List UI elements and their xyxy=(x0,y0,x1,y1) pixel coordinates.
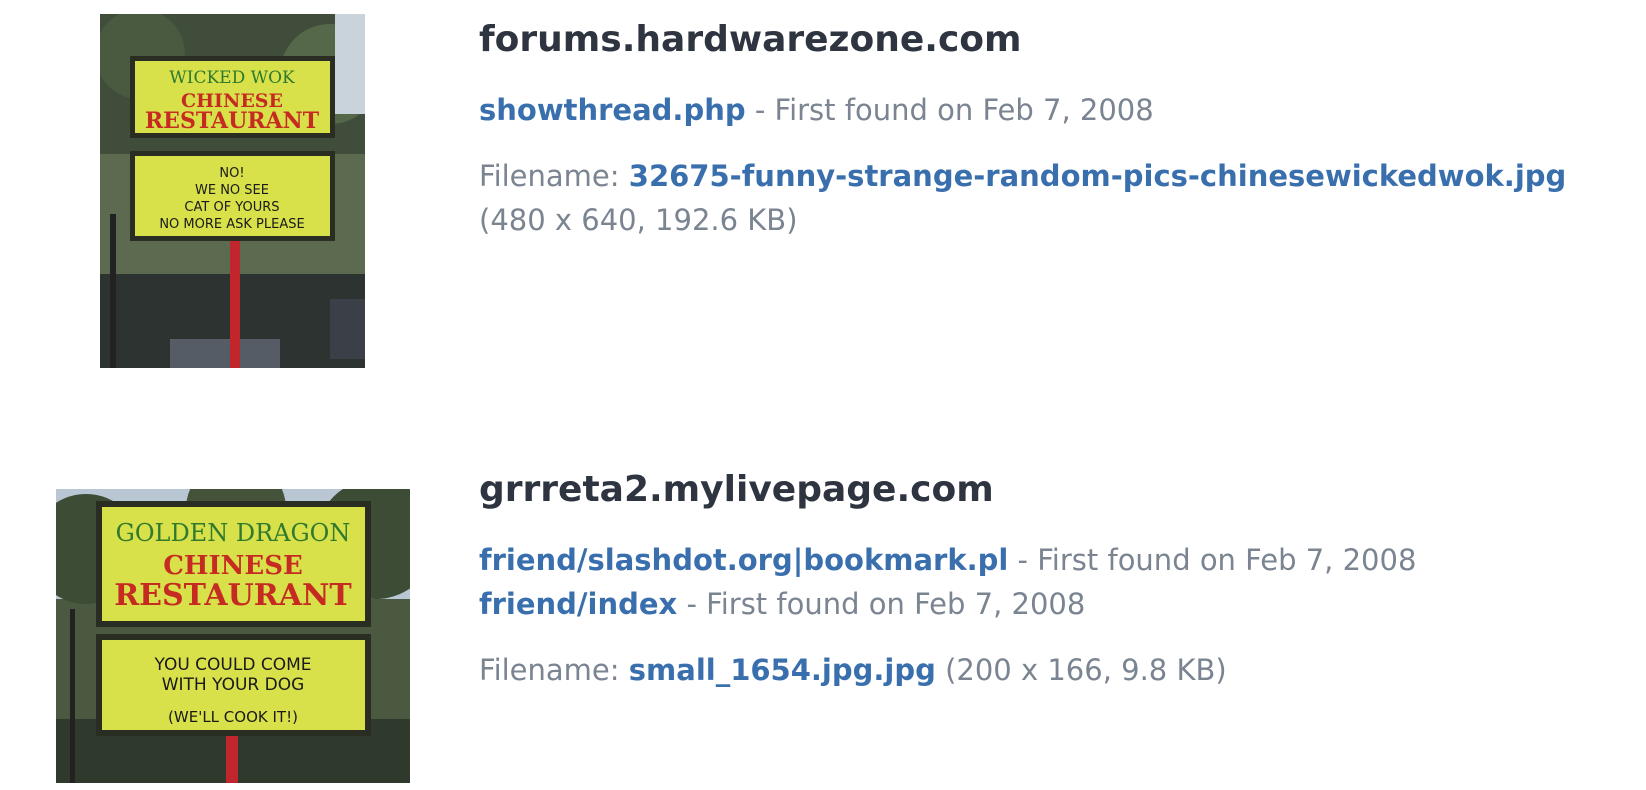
sign-bottom-line-4: NO MORE ASK PLEASE xyxy=(159,217,304,232)
file-meta: (480 x 640, 192.6 KB) xyxy=(479,203,798,237)
file-info: Filename: 32675-funny-strange-random-pic… xyxy=(479,154,1566,242)
sign-top-line-1: WICKED WOK xyxy=(169,68,295,88)
result-info-2: grrreta2.mylivepage.com friend/slashdot.… xyxy=(479,468,1416,692)
file-info: Filename: small_1654.jpg.jpg (200 x 166,… xyxy=(479,648,1416,692)
result-thumbnail-2[interactable]: GOLDEN DRAGON CHINESE RESTAURANT YOU COU… xyxy=(56,489,410,783)
page-entry: friend/slashdot.org|bookmark.pl - First … xyxy=(479,538,1416,582)
filename-label: Filename: xyxy=(479,653,620,687)
search-result-2: GOLDEN DRAGON CHINESE RESTAURANT YOU COU… xyxy=(0,460,1646,790)
result-domain: forums.hardwarezone.com xyxy=(479,19,1022,60)
sign-bottom-line-3: (WE'LL COOK IT!) xyxy=(168,708,298,726)
first-found-text: - First found on Feb 7, 2008 xyxy=(1017,543,1417,577)
page-link[interactable]: friend/index xyxy=(479,587,677,621)
restaurant-sign-photo-icon: GOLDEN DRAGON CHINESE RESTAURANT YOU COU… xyxy=(56,489,410,783)
sign-bottom-line-1: NO! xyxy=(219,166,244,181)
page-link[interactable]: friend/slashdot.org|bookmark.pl xyxy=(479,543,1008,577)
sign-bottom-line-1: YOU COULD COME xyxy=(153,655,311,675)
sign-bottom-line-2: WE NO SEE xyxy=(195,183,269,198)
first-found-text: - First found on Feb 7, 2008 xyxy=(686,587,1086,621)
sign-top-line-2: CHINESE xyxy=(163,551,303,581)
page-link[interactable]: showthread.php xyxy=(479,93,746,127)
sign-top-line-1: GOLDEN DRAGON xyxy=(116,519,351,547)
sign-top-line-3: RESTAURANT xyxy=(145,108,320,134)
restaurant-sign-photo-icon: WICKED WOK CHINESE RESTAURANT NO! WE NO … xyxy=(100,14,365,368)
filename-link[interactable]: small_1654.jpg.jpg xyxy=(629,653,936,687)
search-result-1: WICKED WOK CHINESE RESTAURANT NO! WE NO … xyxy=(0,0,1646,400)
filename-label: Filename: xyxy=(479,159,620,193)
file-meta: (200 x 166, 9.8 KB) xyxy=(945,653,1227,687)
sign-bottom-line-2: WITH YOUR DOG xyxy=(162,675,305,695)
page-entry: friend/index - First found on Feb 7, 200… xyxy=(479,582,1416,626)
page-entry: showthread.php - First found on Feb 7, 2… xyxy=(479,88,1566,132)
result-domain: grrreta2.mylivepage.com xyxy=(479,469,994,510)
filename-link[interactable]: 32675-funny-strange-random-pics-chinesew… xyxy=(629,159,1567,193)
result-info-1: forums.hardwarezone.com showthread.php -… xyxy=(479,18,1566,242)
result-thumbnail-1[interactable]: WICKED WOK CHINESE RESTAURANT NO! WE NO … xyxy=(100,14,365,368)
sign-top-line-3: RESTAURANT xyxy=(114,578,352,613)
sign-bottom-line-3: CAT OF YOURS xyxy=(184,200,279,215)
first-found-text: - First found on Feb 7, 2008 xyxy=(754,93,1154,127)
